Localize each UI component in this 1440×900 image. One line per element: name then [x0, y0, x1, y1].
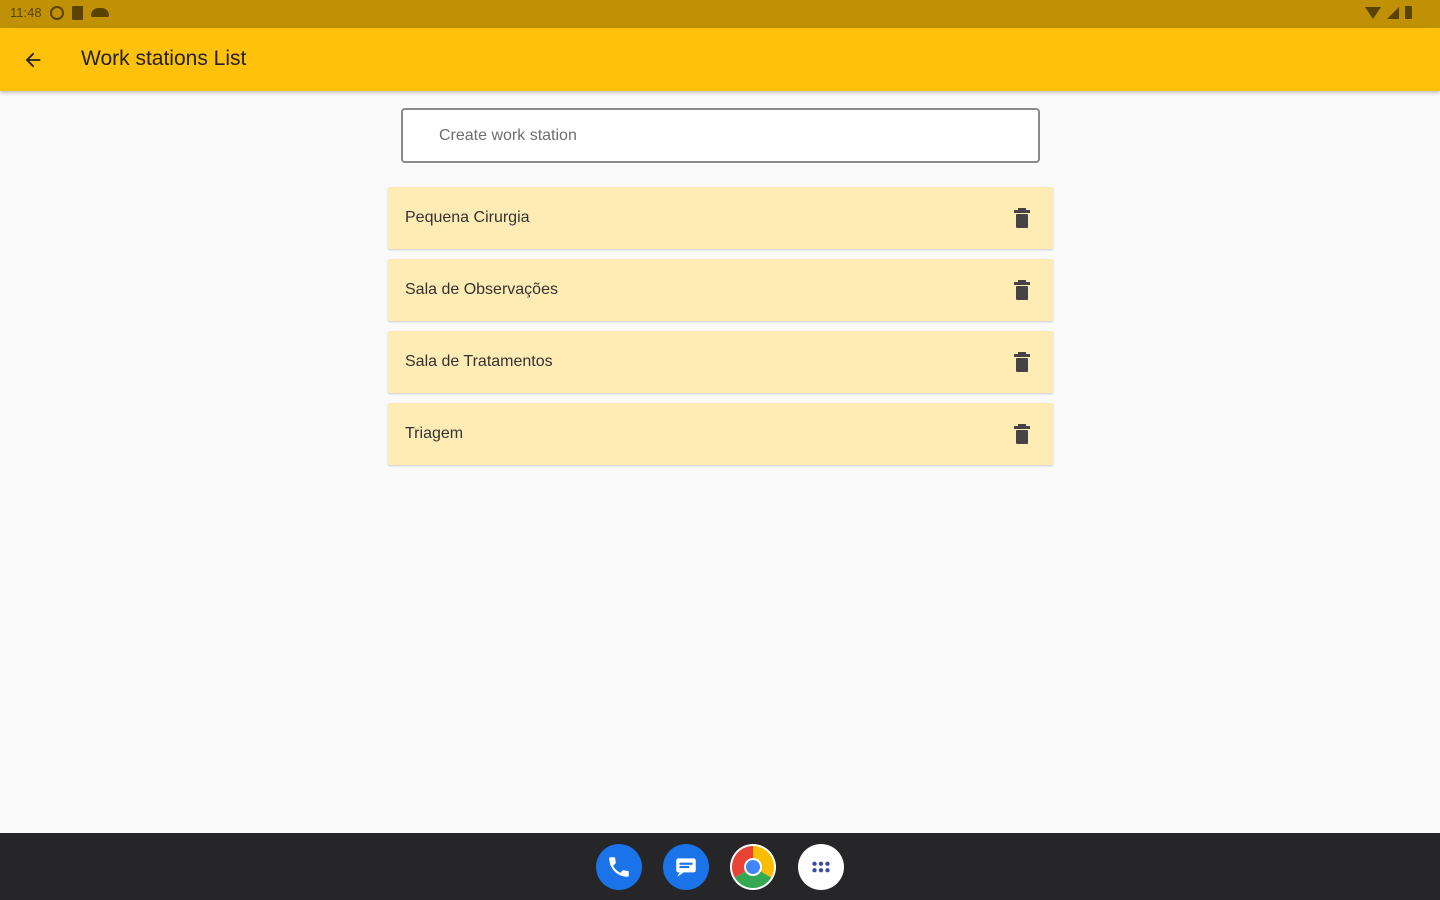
chrome-app-button[interactable] — [730, 844, 776, 890]
trash-icon[interactable] — [1012, 423, 1032, 445]
status-bar-right — [1365, 6, 1412, 19]
app-bar: Work stations List — [0, 28, 1440, 91]
page-title: Work stations List — [81, 47, 247, 70]
chrome-icon — [731, 846, 775, 889]
back-button[interactable] — [16, 43, 50, 77]
cloud-icon — [90, 8, 109, 17]
trash-icon[interactable] — [1012, 351, 1032, 373]
work-stations-list: Pequena Cirurgia Sala de Observações Sal… — [388, 187, 1053, 475]
trash-icon[interactable] — [1012, 279, 1032, 301]
navigation-bar — [0, 833, 1440, 900]
status-time: 11:48 — [10, 5, 42, 20]
battery-icon — [1405, 6, 1412, 19]
status-bar-left: 11:48 — [10, 5, 109, 20]
wifi-icon — [1365, 6, 1381, 19]
work-station-name: Sala de Observações — [405, 281, 558, 298]
work-station-name: Sala de Tratamentos — [405, 353, 553, 370]
do-not-disturb-icon — [49, 5, 64, 20]
create-work-station-field[interactable] — [401, 108, 1040, 163]
status-bar: 11:48 — [0, 0, 1440, 28]
list-item[interactable]: Sala de Observações — [388, 259, 1053, 321]
trash-icon[interactable] — [1012, 207, 1032, 229]
create-work-station-input[interactable] — [403, 110, 1038, 161]
messages-app-button[interactable] — [663, 844, 709, 890]
work-station-name: Pequena Cirurgia — [405, 209, 530, 226]
arrow-back-icon — [25, 52, 41, 68]
phone-icon — [609, 857, 629, 877]
app-drawer-button[interactable] — [798, 844, 844, 890]
signal-icon — [1387, 6, 1399, 19]
phone-app-button[interactable] — [596, 844, 642, 890]
list-item[interactable]: Triagem — [388, 403, 1053, 465]
messages-icon — [676, 858, 696, 877]
list-item[interactable]: Sala de Tratamentos — [388, 331, 1053, 393]
work-station-name: Triagem — [405, 425, 464, 442]
sd-card-icon — [71, 5, 83, 20]
app-drawer-icon — [812, 861, 830, 873]
list-item[interactable]: Pequena Cirurgia — [388, 187, 1053, 249]
